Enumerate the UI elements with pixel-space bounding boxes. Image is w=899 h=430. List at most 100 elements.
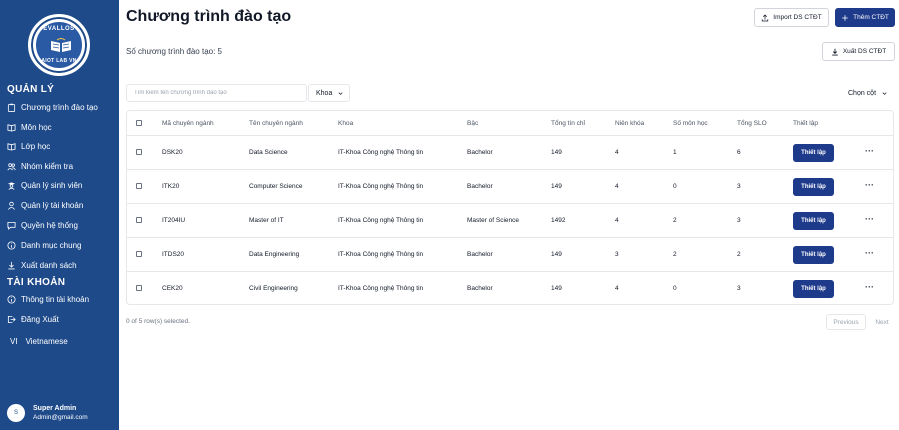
setup-button[interactable]: Thiết lập: [793, 246, 834, 264]
language-code: VI: [10, 336, 18, 346]
section-title-manage: QUẢN LÝ: [7, 84, 55, 95]
download-icon: [8, 261, 15, 269]
previous-page-button[interactable]: Previous: [826, 314, 866, 330]
user-graduate-icon: [7, 181, 16, 190]
column-header-name[interactable]: Tên chuyên ngành: [249, 120, 303, 127]
user-profile[interactable]: S Super Admin Admin@gmail.com: [7, 404, 88, 422]
cell-code: ITK20: [162, 183, 180, 190]
department-dropdown[interactable]: Khoa: [308, 84, 350, 102]
setup-button[interactable]: Thiết lập: [793, 178, 834, 196]
sidebar-item-label: Đăng Xuất: [21, 314, 59, 324]
sidebar-item-courses[interactable]: Môn học: [7, 120, 52, 134]
row-checkbox[interactable]: [136, 183, 142, 189]
add-program-button[interactable]: Thêm CTĐT: [835, 8, 895, 27]
user-icon: [8, 201, 15, 210]
row-checkbox[interactable]: [136, 217, 142, 223]
column-header-course-count[interactable]: Số môn học: [673, 120, 708, 127]
info-circle-icon: [7, 240, 16, 250]
row-checkbox[interactable]: [136, 285, 142, 291]
chevron-down-icon: [338, 91, 343, 95]
language-label: Vietnamese: [25, 336, 68, 346]
cell-code: ITDS20: [162, 251, 185, 258]
table-row[interactable]: IT204IU Master of IT IT-Khoa Công nghệ T…: [127, 203, 893, 237]
cell-academic-year: 4: [615, 217, 619, 224]
cell-code: IT204IU: [162, 217, 186, 224]
cell-total-credits: 149: [551, 149, 562, 156]
cell-total-slo: 3: [737, 183, 741, 190]
info-circle-icon: [7, 294, 16, 304]
cell-total-slo: 3: [737, 285, 741, 292]
column-header-department[interactable]: Khoa: [338, 120, 353, 127]
cell-academic-year: 4: [615, 285, 619, 292]
cell-level: Master of Science: [467, 217, 520, 224]
more-actions-icon[interactable]: ···: [865, 248, 874, 258]
sidebar-item-account-info[interactable]: Thông tin tài khoản: [7, 292, 89, 306]
cell-department: IT-Khoa Công nghệ Thông tin: [338, 251, 424, 258]
import-button-label: Import DS CTĐT: [773, 14, 822, 21]
sidebar-item-label: Quản lý tài khoản: [21, 200, 84, 210]
cell-total-credits: 149: [551, 285, 562, 292]
sidebar-item-permissions[interactable]: Quyền hệ thống: [7, 218, 78, 232]
cell-course-count: 0: [673, 285, 677, 292]
column-header-total-credits[interactable]: Tổng tín chỉ: [551, 120, 585, 127]
row-checkbox[interactable]: [136, 149, 142, 155]
book-icon: [7, 123, 16, 132]
column-header-setup: Thiết lập: [793, 120, 818, 127]
column-header-total-slo[interactable]: Tổng SLO: [737, 120, 767, 127]
sidebar-item-label: Chương trình đào tạo: [21, 102, 98, 112]
search-input[interactable]: [126, 84, 307, 102]
table-row[interactable]: ITK20 Computer Science IT-Khoa Công nghệ…: [127, 169, 893, 203]
more-actions-icon[interactable]: ···: [865, 180, 874, 190]
table-row[interactable]: DSK20 Data Science IT-Khoa Công nghệ Thô…: [127, 135, 893, 169]
cell-name: Computer Science: [249, 183, 303, 190]
sidebar-item-logout[interactable]: Đăng Xuất: [7, 312, 59, 326]
programs-table: Mã chuyên ngành Tên chuyên ngành Khoa Bậ…: [126, 110, 894, 305]
upload-icon: [762, 14, 769, 21]
column-header-level[interactable]: Bậc: [467, 120, 478, 127]
add-program-button-label: Thêm CTĐT: [853, 14, 889, 21]
more-actions-icon[interactable]: ···: [865, 146, 874, 156]
sidebar-item-test-groups[interactable]: Nhóm kiểm tra: [7, 159, 73, 173]
language-switcher[interactable]: VI Vietnamese: [10, 334, 68, 348]
sidebar-item-students[interactable]: Quản lý sinh viên: [7, 178, 82, 192]
user-name: Super Admin: [33, 405, 77, 412]
cell-academic-year: 4: [615, 149, 619, 156]
chevron-down-icon: [882, 91, 887, 95]
table-row[interactable]: CEK20 Civil Engineering IT-Khoa Công ngh…: [127, 271, 893, 305]
cell-name: Data Science: [249, 149, 288, 156]
sidebar-item-training-programs[interactable]: Chương trình đào tạo: [7, 100, 98, 114]
plus-icon: [842, 14, 848, 21]
column-header-code[interactable]: Mã chuyên ngành: [162, 120, 214, 127]
sidebar-item-label: Xuất danh sách: [21, 260, 77, 270]
setup-button[interactable]: Thiết lập: [793, 280, 834, 298]
sidebar-item-general-categories[interactable]: Danh mục chung: [7, 238, 81, 252]
app-logo[interactable]: EVALLOS AIOT LAB VN: [28, 14, 90, 76]
user-email: Admin@gmail.com: [33, 414, 88, 421]
sidebar-item-export-list[interactable]: Xuất danh sách: [7, 258, 77, 272]
cell-code: CEK20: [162, 285, 183, 292]
sidebar: EVALLOS AIOT LAB VN QUẢN LÝ Chương trình…: [0, 0, 119, 430]
cell-course-count: 2: [673, 217, 677, 224]
sidebar-item-label: Môn học: [21, 122, 52, 132]
users-icon: [7, 162, 16, 170]
export-button[interactable]: Xuất DS CTĐT: [822, 42, 895, 61]
table-row[interactable]: ITDS20 Data Engineering IT-Khoa Công ngh…: [127, 237, 893, 271]
next-page-button[interactable]: Next: [870, 314, 894, 330]
cell-department: IT-Khoa Công nghệ Thông tin: [338, 149, 424, 156]
column-header-academic-year[interactable]: Niên khóa: [615, 120, 644, 127]
logo-bottom-text: AIOT LAB VN: [41, 58, 77, 64]
column-selector[interactable]: Chọn cột: [841, 84, 894, 102]
row-checkbox[interactable]: [136, 251, 142, 257]
logo-top-text: EVALLOS: [43, 26, 75, 32]
setup-button[interactable]: Thiết lập: [793, 212, 834, 230]
more-actions-icon[interactable]: ···: [865, 214, 874, 224]
sidebar-item-classes[interactable]: Lớp học: [7, 139, 50, 153]
cell-total-credits: 1492: [551, 217, 566, 224]
select-all-checkbox[interactable]: [136, 120, 142, 126]
setup-button[interactable]: Thiết lập: [793, 144, 834, 162]
more-actions-icon[interactable]: ···: [865, 282, 874, 292]
import-button[interactable]: Import DS CTĐT: [754, 8, 829, 27]
cell-level: Bachelor: [467, 149, 493, 156]
cell-level: Bachelor: [467, 251, 493, 258]
sidebar-item-accounts[interactable]: Quản lý tài khoản: [7, 198, 83, 212]
